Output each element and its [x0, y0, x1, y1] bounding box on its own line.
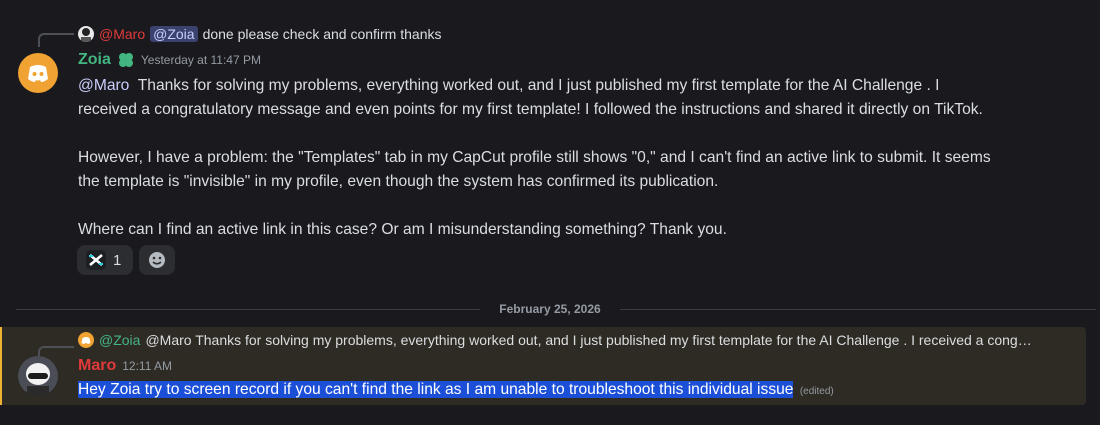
message2-body: Hey Zoia try to screen record if you can…: [78, 378, 1078, 404]
maro-mini-avatar: [78, 26, 94, 42]
timestamp: 12:11 AM: [122, 359, 173, 373]
helmet-avatar-icon: [18, 356, 58, 396]
capcut-icon: [86, 250, 106, 270]
body-line: Thanks for solving my problems, everythi…: [137, 77, 940, 94]
reply-mention[interactable]: @Zoia: [150, 26, 198, 42]
message-text: Hey Zoia try to screen record if you can…: [78, 381, 794, 398]
message1-header: Zoia Yesterday at 11:47 PM: [78, 51, 261, 69]
timestamp: Yesterday at 11:47 PM: [140, 53, 261, 67]
username[interactable]: Maro: [78, 357, 116, 375]
reply-author[interactable]: @Maro: [99, 26, 145, 42]
body-line: Where can I find an active link in this …: [78, 221, 727, 238]
add-reaction-button[interactable]: [139, 245, 175, 275]
reply-author[interactable]: @Zoia: [99, 332, 140, 348]
body-line: received a congratulatory message and ev…: [78, 101, 983, 118]
smiley-icon: [149, 252, 165, 268]
reply-text: @Maro Thanks for solving my problems, ev…: [145, 332, 1032, 348]
edited-label: (edited): [799, 386, 834, 397]
reaction-capcut[interactable]: 1: [77, 245, 133, 275]
zoia-avatar[interactable]: [18, 53, 58, 93]
date-divider: February 25, 2026: [480, 302, 620, 316]
message2-header: Maro 12:11 AM: [78, 357, 172, 375]
reply-spine: [38, 33, 74, 47]
reply-preview[interactable]: @Maro @Zoia done please check and confir…: [78, 26, 442, 42]
body-line: However, I have a problem: the "Template…: [78, 149, 991, 166]
reply-preview[interactable]: @Zoia @Maro Thanks for solving my proble…: [78, 332, 1032, 348]
message1-body: @Maro Thanks for solving my problems, ev…: [78, 74, 1088, 242]
reaction-count: 1: [113, 251, 122, 269]
reply-text: done please check and confirm thanks: [202, 26, 442, 42]
body-line: the template is "invisible" in my profil…: [78, 173, 719, 190]
discord-logo-icon: [28, 65, 48, 82]
clover-icon: [117, 51, 135, 69]
mention[interactable]: @Maro: [78, 77, 129, 94]
zoia-mini-avatar: [78, 332, 94, 348]
maro-avatar[interactable]: [18, 356, 58, 396]
username[interactable]: Zoia: [78, 51, 111, 69]
